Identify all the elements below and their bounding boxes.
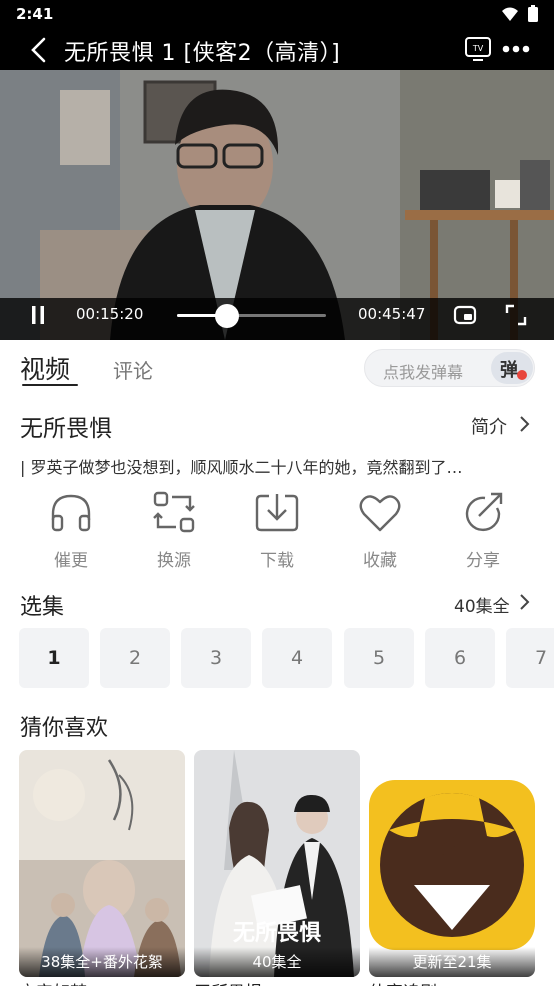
player-controls: 00:15:20 00:45:47 <box>0 298 554 340</box>
tab-video[interactable]: 视频 <box>20 350 70 386</box>
recommend-card[interactable]: 38集全+番外花絮 <box>19 750 185 977</box>
intro-link[interactable]: 简介 <box>471 413 507 439</box>
recommend-title: 猜你喜欢 <box>20 716 109 741</box>
poster-image: 无所畏惧 <box>194 750 360 977</box>
recommend-name[interactable]: 无所畏惧 <box>194 978 360 986</box>
tab-active-indicator <box>22 384 78 386</box>
headphones-icon <box>49 490 93 534</box>
battery-icon <box>528 5 538 22</box>
fullscreen-icon[interactable] <box>504 303 528 327</box>
show-title: 无所畏惧 <box>20 416 112 442</box>
action-favorite[interactable]: 收藏 <box>340 490 420 572</box>
action-label: 催更 <box>54 551 88 571</box>
tv-cast-icon[interactable]: TV <box>465 37 491 61</box>
picture-in-picture-icon[interactable] <box>453 303 477 327</box>
episode-item[interactable]: 6 <box>425 628 495 688</box>
action-label: 换源 <box>157 551 191 571</box>
seek-thumb[interactable] <box>214 304 239 328</box>
action-switch-source[interactable]: 换源 <box>134 490 214 572</box>
recommend-name[interactable]: 侠客追剧 <box>369 978 535 986</box>
status-time: 2:41 <box>16 5 54 23</box>
action-remind[interactable]: 催更 <box>31 490 111 572</box>
danmaku-toggle-button[interactable]: 弹 <box>491 352 533 384</box>
share-icon <box>461 490 505 534</box>
status-icons <box>500 5 542 27</box>
app-logo-icon <box>369 750 535 977</box>
poster-image <box>19 750 185 977</box>
episodes-count-link[interactable]: 40集全 <box>454 592 510 617</box>
title-bar: 无所畏惧 1 [侠客2（高清）] TV <box>0 30 554 70</box>
chevron-right-icon[interactable] <box>518 592 532 612</box>
current-time: 00:15:20 <box>76 305 144 323</box>
status-bar: 2:41 <box>0 0 554 30</box>
action-share[interactable]: 分享 <box>443 490 523 572</box>
download-icon <box>255 490 299 534</box>
tab-comments[interactable]: 评论 <box>113 355 153 384</box>
episode-item[interactable]: 4 <box>262 628 332 688</box>
page-title: 无所畏惧 1 [侠客2（高清）] <box>64 41 341 66</box>
episodes-title: 选集 <box>20 595 65 620</box>
recommend-name[interactable]: 宁安如梦 <box>19 978 185 986</box>
chevron-right-icon[interactable] <box>518 414 532 434</box>
recommend-card[interactable]: 无所畏惧 40集全 <box>194 750 360 977</box>
danmaku-placeholder: 点我发弹幕 <box>383 363 464 382</box>
more-icon[interactable] <box>502 39 530 59</box>
danmaku-toggle-label: 弹 <box>500 360 518 381</box>
episode-item[interactable]: 2 <box>100 628 170 688</box>
wifi-icon <box>502 7 518 21</box>
episode-item[interactable]: 3 <box>181 628 251 688</box>
poster-title: 无所畏惧 <box>233 920 321 946</box>
episode-item[interactable]: 7 <box>506 628 554 688</box>
video-player[interactable]: 00:15:20 00:45:47 <box>0 70 554 340</box>
action-label: 下载 <box>260 551 294 571</box>
recommend-card[interactable]: 更新至21集 <box>369 750 535 977</box>
svg-text:TV: TV <box>472 44 484 53</box>
danmaku-status-dot <box>517 370 527 380</box>
action-label: 收藏 <box>363 551 397 571</box>
duration: 00:45:47 <box>358 305 426 323</box>
danmaku-input[interactable]: 点我发弹幕 弹 <box>364 349 535 387</box>
switch-source-icon <box>152 490 196 534</box>
episode-item[interactable]: 1 <box>19 628 89 688</box>
seek-bar[interactable] <box>177 304 326 328</box>
recommend-badge: 38集全+番外花絮 <box>19 947 185 977</box>
episode-item[interactable]: 5 <box>344 628 414 688</box>
action-download[interactable]: 下载 <box>237 490 317 572</box>
action-label: 分享 <box>466 551 500 571</box>
back-icon[interactable] <box>28 37 50 63</box>
recommend-badge: 更新至21集 <box>369 947 535 977</box>
recommend-badge: 40集全 <box>194 947 360 977</box>
synopsis[interactable]: | 罗英子做梦也没想到，顺风顺水二十八年的她，竟然翻到了… <box>20 454 540 478</box>
pause-icon[interactable] <box>28 304 48 326</box>
heart-icon <box>358 490 402 534</box>
